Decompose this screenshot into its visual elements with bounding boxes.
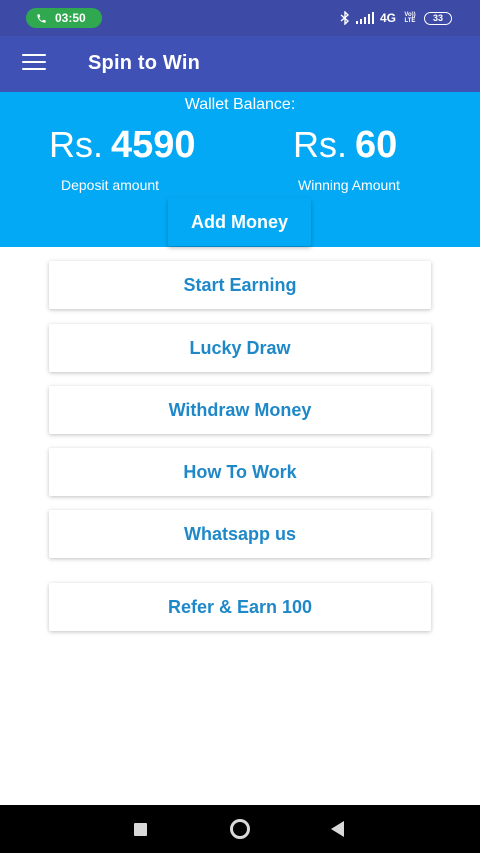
deposit-label: Deposit amount [61, 177, 160, 193]
app-title: Spin to Win [88, 52, 200, 74]
winning-value: 60 [355, 124, 398, 166]
winning-currency: Rs. [293, 124, 347, 165]
winning-amount: Rs. 60 [293, 124, 397, 167]
refer-and-earn-button[interactable]: Refer & Earn 100 [49, 583, 431, 631]
lucky-draw-button[interactable]: Lucky Draw [49, 324, 431, 372]
system-nav-bar [0, 805, 480, 853]
whatsapp-us-button[interactable]: Whatsapp us [49, 510, 431, 558]
winning-label: Winning Amount [298, 177, 400, 193]
status-bar: 03:50 4G Vo)) LTE 33 [0, 0, 480, 36]
ongoing-call-pill[interactable]: 03:50 [26, 8, 102, 28]
how-to-work-button[interactable]: How To Work [49, 448, 431, 496]
recent-apps-icon[interactable] [134, 823, 147, 836]
hamburger-menu-icon[interactable] [22, 54, 46, 72]
wallet-panel: Wallet Balance: Rs. 4590 Rs. 60 Deposit … [0, 92, 480, 247]
battery-icon: 33 [424, 11, 452, 25]
bluetooth-icon [340, 11, 350, 25]
app-bar: Spin to Win [0, 36, 480, 92]
volte-indicator: Vo)) LTE [402, 12, 418, 24]
volte-bottom: LTE [404, 18, 416, 24]
add-money-button[interactable]: Add Money [168, 198, 311, 246]
withdraw-money-button[interactable]: Withdraw Money [49, 386, 431, 434]
battery-level: 33 [432, 13, 443, 23]
network-type: 4G [379, 11, 396, 25]
signal-icon [355, 12, 374, 24]
phone-icon [37, 13, 46, 23]
call-time: 03:50 [55, 11, 86, 25]
start-earning-button[interactable]: Start Earning [49, 261, 431, 309]
status-indicators: 4G Vo)) LTE 33 [340, 9, 452, 27]
deposit-amount: Rs. 4590 [49, 124, 196, 167]
deposit-currency: Rs. [49, 124, 103, 165]
back-icon[interactable] [331, 821, 344, 837]
deposit-value: 4590 [111, 124, 196, 166]
wallet-balance-label: Wallet Balance: [184, 96, 296, 113]
home-icon[interactable] [230, 819, 250, 839]
